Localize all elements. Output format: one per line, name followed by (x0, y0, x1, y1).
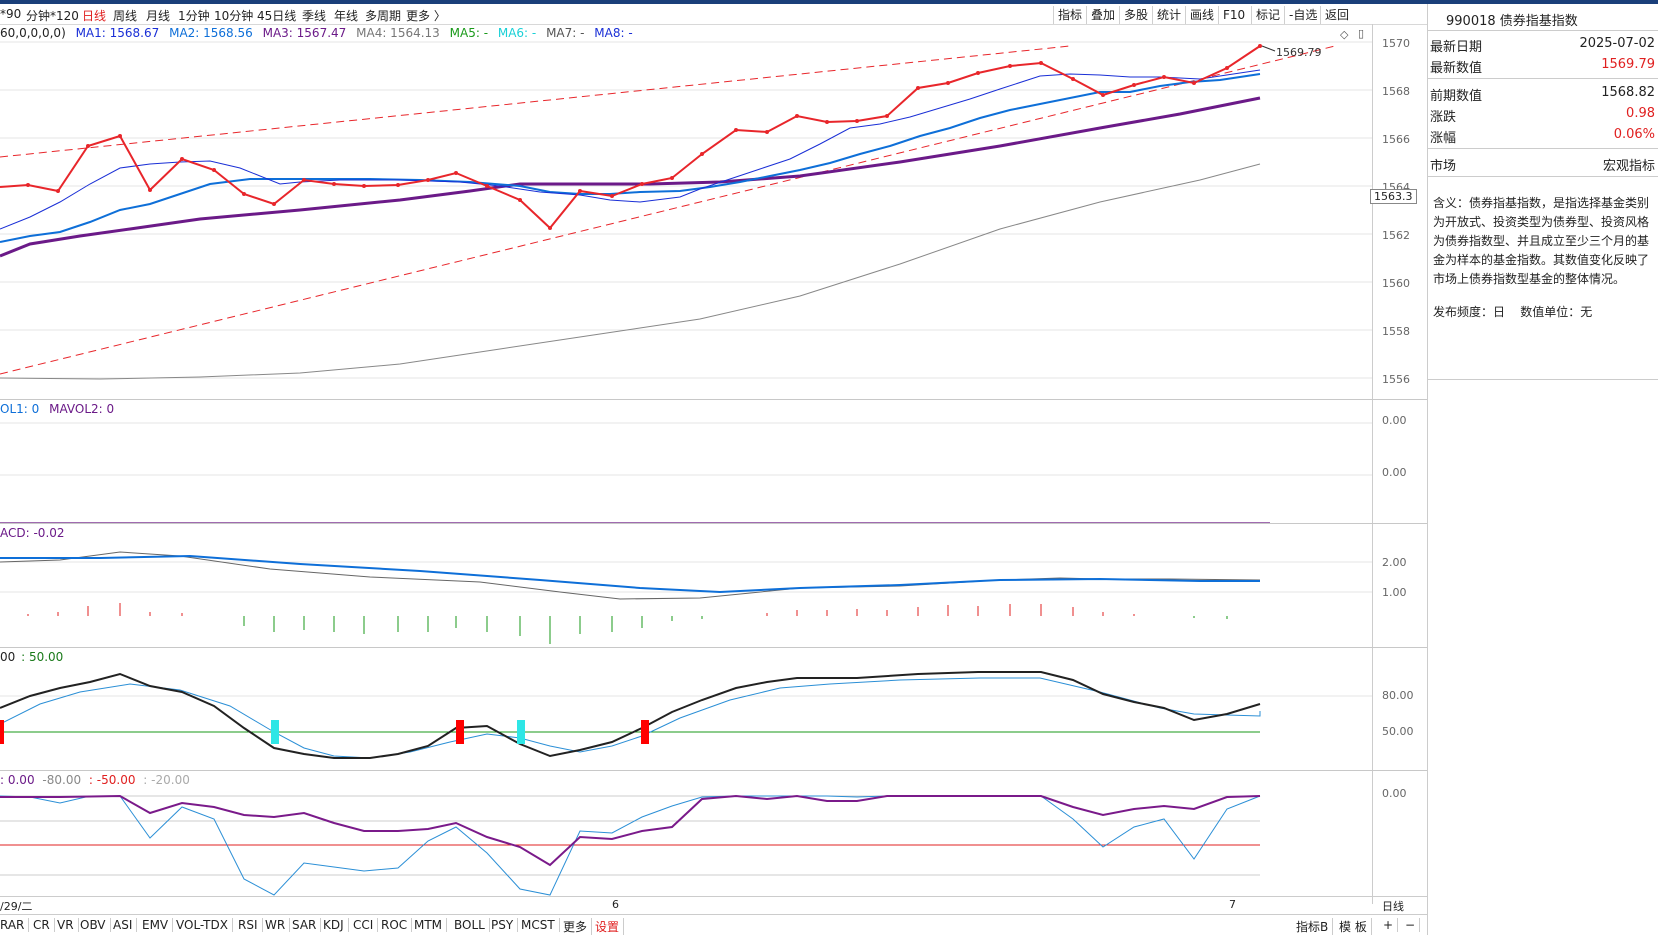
ind-tab-emv[interactable]: EMV (142, 918, 174, 932)
toolbar-multi-stock[interactable]: 多股 (1119, 6, 1152, 24)
info-row-change: 涨跌 0.98 (1430, 106, 1655, 125)
info-description: 含义：债券指基指数，是指选择基金类别为开放式、投资类型为债券型、投资风格为债券指… (1433, 196, 1650, 286)
period-tab-bar: *90 分钟*120 日线 周线 月线 1分钟 10分钟 45日线 季线 年线 … (0, 4, 1427, 25)
date-axis: /29/二 6 7 日线 (0, 896, 1427, 915)
y-label: 1570 (1382, 37, 1410, 50)
y-label: 1566 (1382, 133, 1410, 146)
ma4-line (0, 163, 1261, 380)
ind-tab-kdj[interactable]: KDJ (323, 918, 349, 932)
ind-tab-rsi[interactable]: RSI (238, 918, 263, 932)
date-label-mid: 6 (612, 898, 619, 911)
toolbar-draw[interactable]: 画线 (1185, 6, 1218, 24)
y-label: 1558 (1382, 325, 1410, 338)
y-label: 1560 (1382, 277, 1410, 290)
info-panel: 990018 债券指基指数 最新日期 2025-07-02 最新数值 1569.… (1427, 4, 1658, 935)
tab-more[interactable]: 更多 〉 (406, 7, 446, 24)
toolbar-indicator[interactable]: 指标 (1053, 6, 1086, 24)
info-title: 990018 债券指基指数 (1446, 14, 1578, 29)
wr-y-label: 0.00 (1382, 787, 1407, 800)
macd-dea-line (0, 554, 1260, 594)
y-label: 1568 (1382, 85, 1410, 98)
vol-y-label: 0.00 (1382, 466, 1407, 479)
vol-y-label: 0.00 (1382, 414, 1407, 427)
tab-yearly[interactable]: 年线 (334, 7, 358, 24)
current-price-tag: 1563.3 (1370, 189, 1417, 204)
ind-tab-cr[interactable]: CR (33, 918, 55, 932)
date-label-left: /29/二 (0, 900, 33, 913)
ind-tab-mtm[interactable]: MTM (414, 918, 448, 932)
ind-tab-roc[interactable]: ROC (381, 918, 413, 932)
lower-trendline (0, 45, 1336, 375)
ind-tab-settings[interactable]: 设置 (595, 918, 625, 935)
main-price-chart (0, 41, 1372, 380)
wr-chart (0, 794, 1261, 896)
ind-tab-vr[interactable]: VR (57, 918, 79, 932)
tab-monthly[interactable]: 月线 (146, 7, 170, 24)
toolbar-remove-watchlist[interactable]: -自选 (1284, 6, 1321, 24)
template-button[interactable]: 模 板 (1339, 918, 1372, 935)
ind-tab-cci[interactable]: CCI (353, 918, 379, 932)
indicator-b-button[interactable]: 指标B (1296, 918, 1334, 935)
info-row-latest-date: 最新日期 2025-07-02 (1430, 36, 1655, 55)
volume-chart (0, 422, 1372, 523)
ind-tab-mcst[interactable]: MCST (521, 918, 560, 932)
y-label: 1556 (1382, 373, 1410, 386)
ind-tab-asi[interactable]: ASI (113, 918, 138, 932)
info-row-market: 市场 宏观指标 (1430, 159, 1655, 174)
ma2-line (0, 73, 1261, 243)
tab-10min[interactable]: 10分钟 (214, 7, 253, 24)
ma1-line (0, 69, 1261, 230)
ind-tab-wr[interactable]: WR (265, 918, 291, 932)
info-row-change-pct: 涨幅 0.06% (1430, 127, 1655, 146)
ind-tab-psy[interactable]: PSY (491, 918, 519, 932)
high-annotation: 1569.79 (1276, 46, 1322, 59)
info-row-prev-value: 前期数值 1568.82 (1430, 85, 1655, 104)
macd-y-label: 1.00 (1382, 586, 1407, 599)
tab-daily[interactable]: 日线 (82, 7, 106, 24)
ma3-line (0, 96, 1261, 258)
macd-chart (0, 551, 1372, 644)
tab-quarterly[interactable]: 季线 (302, 7, 326, 24)
tab-minute-120[interactable]: 分钟*120 (26, 7, 79, 24)
kdj-y-label: 50.00 (1382, 725, 1414, 738)
price-line (0, 45, 1261, 230)
kdj-chart (0, 671, 1372, 759)
zoom-in-button[interactable]: + (1383, 918, 1399, 932)
macd-y-label: 2.00 (1382, 556, 1407, 569)
y-label: 1562 (1382, 229, 1410, 242)
period-label: 日线 (1382, 900, 1404, 913)
toolbar-f10[interactable]: F10 (1218, 6, 1249, 24)
macd-histogram (27, 603, 1228, 644)
toolbar-overlay[interactable]: 叠加 (1086, 6, 1119, 24)
zoom-out-button[interactable]: − (1405, 918, 1421, 932)
kdj-y-label: 80.00 (1382, 689, 1414, 702)
kdj-d-line (0, 677, 1261, 759)
info-frequency-unit: 发布频度：日 数值单位：无 (1433, 305, 1593, 319)
ind-tab-obv[interactable]: OBV (80, 918, 111, 932)
ind-tab-brar[interactable]: RAR (0, 918, 30, 932)
toolbar-mark[interactable]: 标记 (1251, 6, 1284, 24)
tab-fragment[interactable]: *90 (0, 7, 21, 21)
indicator-tab-bar: RAR CR VR OBV ASI EMV VOL-TDX RSI WR SAR… (0, 914, 1427, 936)
info-row-latest-value: 最新数值 1569.79 (1430, 57, 1655, 76)
ind-tab-boll[interactable]: BOLL (454, 918, 490, 932)
toolbar-back[interactable]: 返回 (1320, 6, 1353, 24)
tab-multi-period[interactable]: 多周期 (365, 7, 401, 24)
ind-tab-sar[interactable]: SAR (292, 918, 322, 932)
wr-line-1 (0, 794, 1261, 867)
date-label-right: 7 (1229, 898, 1236, 911)
ind-tab-more[interactable]: 更多 (563, 918, 593, 935)
tab-1min[interactable]: 1分钟 (178, 7, 210, 24)
tab-45day[interactable]: 45日线 (257, 7, 296, 24)
ind-tab-vol-tdx[interactable]: VOL-TDX (176, 918, 233, 932)
tab-weekly[interactable]: 周线 (113, 7, 137, 24)
price-markers (26, 44, 1262, 230)
price-axis-column (1372, 24, 1428, 904)
toolbar-stats[interactable]: 统计 (1152, 6, 1185, 24)
